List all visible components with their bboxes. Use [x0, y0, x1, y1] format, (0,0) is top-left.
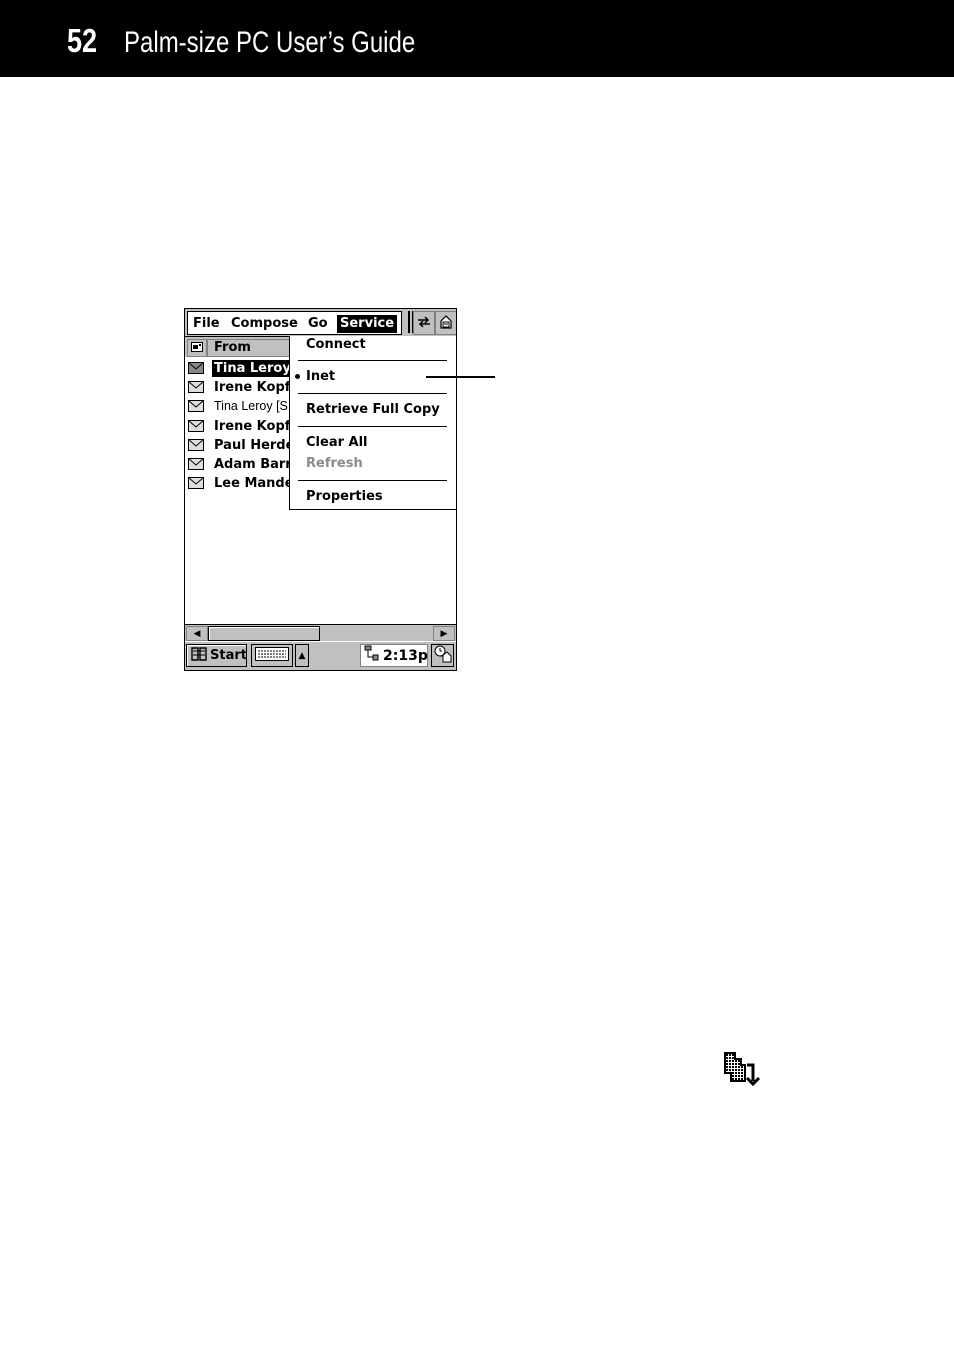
envelope-icon	[188, 362, 206, 375]
envelope-icon	[188, 438, 206, 452]
scroll-thumb[interactable]	[208, 626, 320, 641]
message-from: Irene Kopf	[214, 418, 291, 434]
start-label: Start	[210, 648, 247, 663]
sync-arrows-icon	[416, 315, 432, 332]
inbox-button[interactable]	[435, 311, 456, 335]
menu-item-refresh: Refresh	[306, 456, 363, 471]
message-from: Tina Leroy	[211, 359, 294, 379]
scroll-right-button[interactable]: ▶	[433, 626, 455, 641]
message-from: Paul Herde	[214, 437, 295, 453]
connection-icon[interactable]	[363, 645, 381, 667]
menu-separator	[298, 360, 447, 361]
menu-separator	[298, 426, 447, 427]
menu-service[interactable]: Service	[337, 315, 398, 333]
triangle-right-icon: ▶	[440, 628, 448, 639]
page-number: 52	[67, 22, 98, 59]
windows-flag-icon	[190, 646, 208, 666]
envelope-icon	[188, 381, 206, 394]
inbox-folder-icon	[438, 314, 454, 333]
clock[interactable]: 2:13p	[383, 648, 428, 664]
envelope-icon	[188, 400, 206, 413]
keyboard-icon	[255, 646, 289, 665]
horizontal-scrollbar[interactable]: ◀ ▶	[185, 624, 456, 641]
menu-item-properties[interactable]: Properties	[306, 489, 383, 504]
menu-bar-inner: File Compose Go Service	[187, 311, 402, 335]
page-header: 52 Palm-size PC User’s Guide	[0, 0, 954, 77]
triangle-up-icon: ▲	[298, 650, 306, 661]
retrieve-copy-icon	[723, 1051, 763, 1087]
sort-by-icon-button[interactable]	[187, 339, 207, 357]
scroll-left-button[interactable]: ◀	[186, 626, 208, 641]
clock-house-icon	[434, 645, 452, 667]
today-button[interactable]	[431, 644, 454, 667]
message-from: Tina Leroy [S	[214, 399, 288, 414]
menu-compose[interactable]: Compose	[228, 315, 301, 333]
message-from: Lee Mandel	[214, 476, 298, 492]
envelope-icon	[188, 419, 206, 433]
message-from: Adam Barr	[214, 457, 292, 473]
envelope-sort-icon	[191, 341, 203, 355]
menu-item-inet[interactable]: Inet	[306, 369, 335, 384]
menu-separator	[298, 480, 447, 481]
book-title: Palm-size PC User’s Guide	[124, 26, 416, 59]
menu-go[interactable]: Go	[305, 315, 331, 333]
menu-item-connect[interactable]: Connect	[306, 337, 366, 352]
menu-separator	[298, 393, 447, 394]
input-method-arrow-button[interactable]: ▲	[295, 644, 309, 667]
system-tray: 2:13p	[360, 644, 428, 667]
service-menu-dropdown: Connect Inet Retrieve Full Copy Clear Al…	[289, 336, 456, 510]
taskbar: Start ▲ 2:13p	[185, 641, 456, 670]
triangle-left-icon: ◀	[193, 628, 201, 639]
sync-button[interactable]	[413, 311, 435, 335]
message-from: Irene Kopf	[214, 380, 291, 396]
device-screenshot: File Compose Go Service From Tina Leroy …	[184, 308, 457, 671]
menu-item-clear-all[interactable]: Clear All	[306, 435, 368, 450]
callout-leader-line	[426, 376, 495, 378]
menu-item-retrieve-full-copy[interactable]: Retrieve Full Copy	[306, 402, 440, 417]
start-button[interactable]: Start	[186, 644, 247, 667]
menu-bar: File Compose Go Service	[185, 309, 456, 337]
menu-file[interactable]: File	[190, 315, 223, 333]
input-panel-button[interactable]	[251, 644, 293, 667]
radio-bullet-icon	[295, 374, 300, 379]
envelope-icon	[188, 477, 206, 490]
envelope-icon	[188, 458, 206, 471]
